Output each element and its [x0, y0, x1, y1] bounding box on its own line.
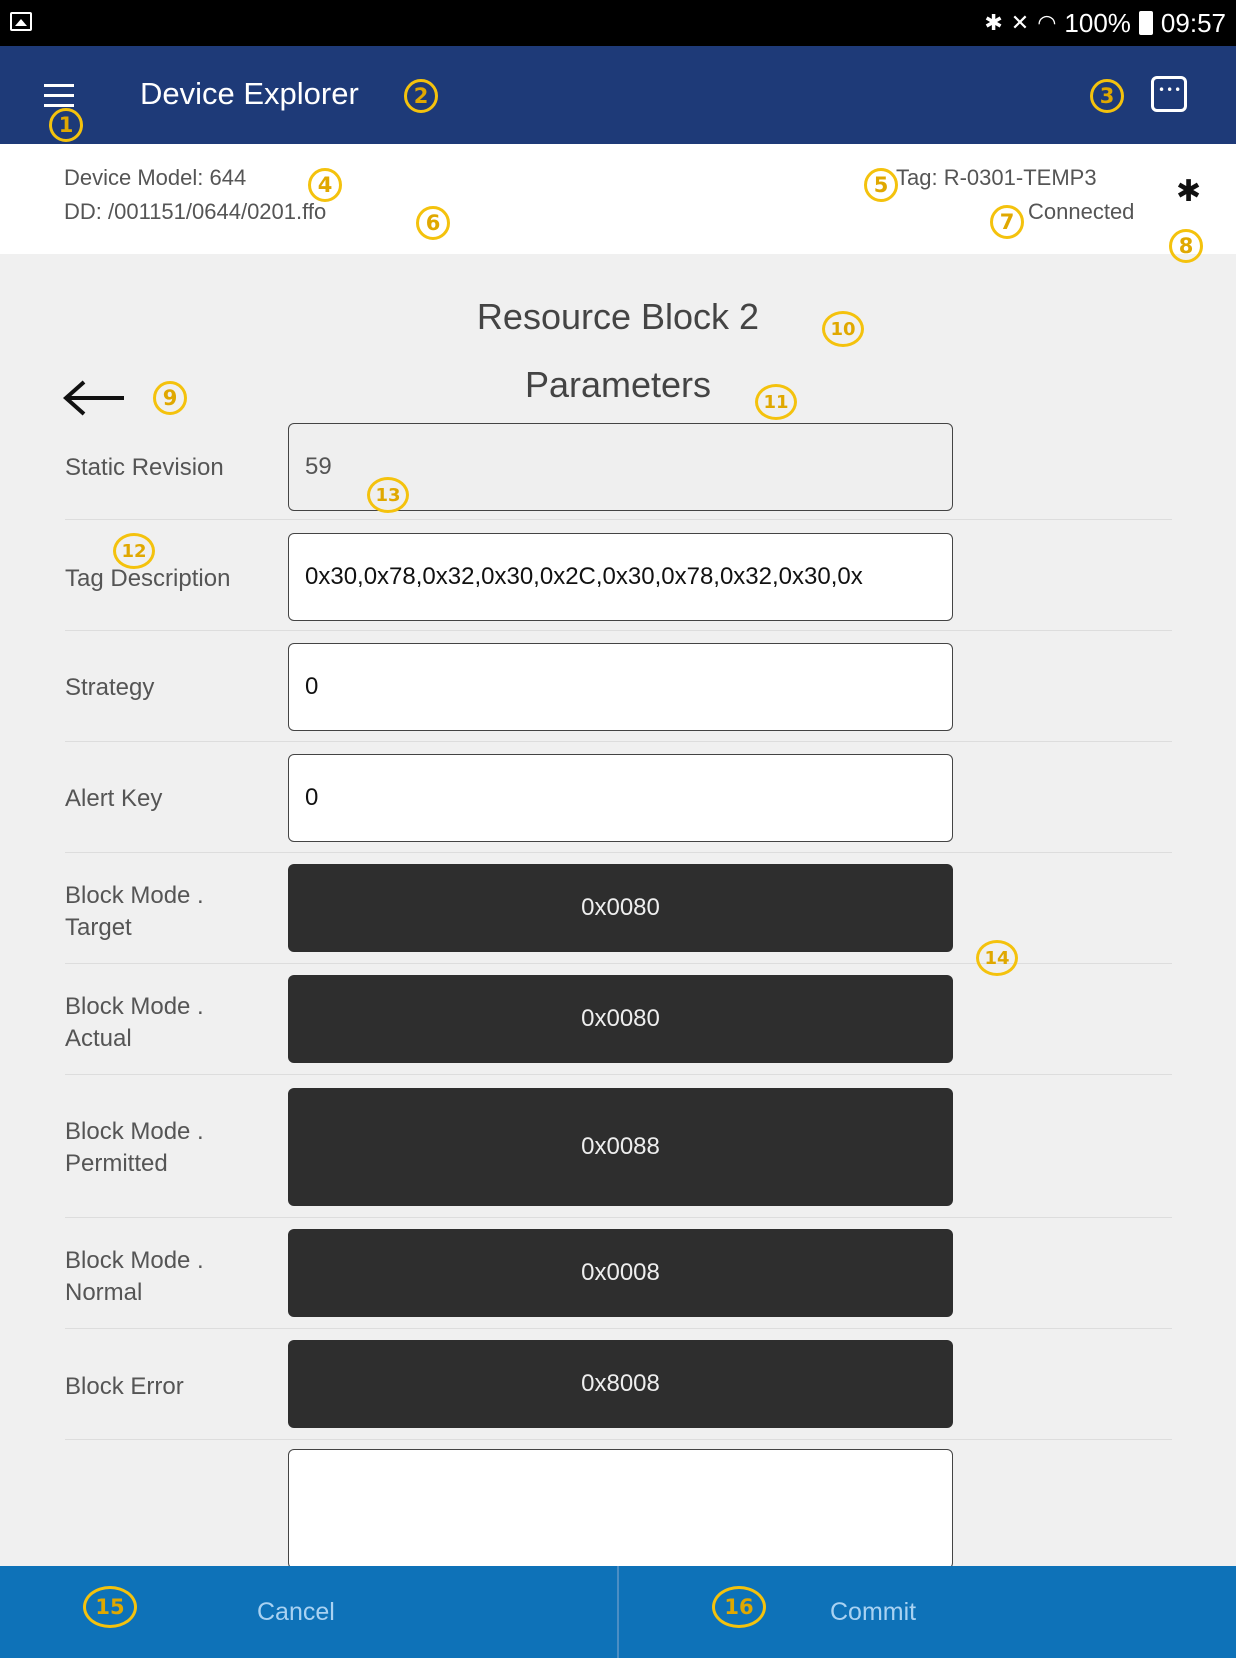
callout-badge: 15 — [83, 1586, 137, 1628]
commit-button[interactable]: Commit — [619, 1566, 1236, 1658]
block-title: Resource Block 2 — [476, 296, 760, 337]
callout-badge: 16 — [712, 1586, 766, 1628]
chat-icon[interactable] — [1151, 76, 1187, 112]
param-row-block-mode-normal: Block Mode . Normal 0x0008 — [65, 1219, 1172, 1329]
callout-badge: 6 — [416, 206, 450, 240]
block-mode-actual-button[interactable]: 0x0080 — [288, 975, 953, 1063]
param-label: Block Mode . Normal — [65, 1247, 204, 1306]
status-icons: ✱ ✕ ◠ 100% 09:57 — [984, 6, 1226, 40]
callout-badge: 7 — [990, 205, 1024, 239]
callout-badge: 10 — [822, 311, 864, 347]
callout-badge: 9 — [153, 381, 187, 415]
block-mode-normal-button[interactable]: 0x0008 — [288, 1229, 953, 1317]
next-param-input[interactable] — [288, 1449, 953, 1569]
callout-badge: 8 — [1169, 229, 1203, 263]
strategy-input[interactable]: 0 — [288, 643, 953, 731]
dd-value: /001151/0644/0201.ffo — [108, 199, 327, 224]
callout-badge: 11 — [755, 384, 797, 420]
callout-badge: 12 — [113, 533, 155, 569]
block-mode-target-button[interactable]: 0x0080 — [288, 864, 953, 952]
param-label: Block Mode . Actual — [65, 993, 204, 1052]
connection-status: Connected — [1028, 199, 1135, 224]
bluetooth-icon[interactable]: ✱ — [1176, 174, 1201, 209]
device-dd: DD: /001151/0644/0201.ffo — [64, 199, 326, 225]
status-bar: ✱ ✕ ◠ 100% 09:57 — [0, 0, 1236, 46]
param-label: Tag Description — [65, 565, 231, 592]
param-row-block-mode-actual: Block Mode . Actual 0x0080 — [65, 965, 1172, 1075]
callout-badge: 14 — [976, 940, 1018, 976]
param-label: Static Revision — [65, 454, 224, 481]
callout-badge: 2 — [404, 79, 438, 113]
device-model-label: Device Model: — [64, 165, 204, 190]
device-model: Device Model: 644 — [64, 165, 246, 191]
block-error-button[interactable]: 0x8008 — [288, 1340, 953, 1428]
param-label: Alert Key — [65, 785, 163, 812]
alert-key-input[interactable]: 0 — [288, 754, 953, 842]
callout-badge: 1 — [49, 108, 83, 142]
param-row-alert-key: Alert Key 0 — [65, 743, 1172, 853]
gallery-icon — [10, 12, 32, 31]
device-tag: Tag: R-0301-TEMP3 — [896, 165, 1097, 191]
param-row-tag-description: Tag Description 0x30,0x78,0x32,0x30,0x2C… — [65, 521, 1172, 631]
app-bar: Device Explorer — [0, 46, 1236, 144]
device-info-panel: Device Model: 644 DD: /001151/0644/0201.… — [0, 144, 1236, 254]
callout-badge: 13 — [367, 477, 409, 513]
battery-icon — [1138, 11, 1153, 35]
callout-badge: 4 — [308, 168, 342, 202]
app-title: Device Explorer — [140, 76, 359, 111]
dd-label: DD: — [64, 199, 102, 224]
param-row-static-revision: Static Revision 59 — [65, 420, 1172, 520]
tag-label: Tag: — [896, 165, 938, 190]
callout-badge: 5 — [864, 168, 898, 202]
block-mode-permitted-button[interactable]: 0x0088 — [288, 1088, 953, 1206]
bluetooth-icon: ✱ — [984, 10, 1003, 35]
bottom-action-bar: Cancel Commit — [0, 1566, 1236, 1658]
callout-badge: 3 — [1090, 79, 1124, 113]
device-model-value: 644 — [209, 165, 247, 190]
battery-percent: 100% — [1064, 7, 1131, 38]
mute-icon: ✕ — [1010, 10, 1030, 35]
param-row-strategy: Strategy 0 — [65, 632, 1172, 742]
tag-value: R-0301-TEMP3 — [943, 165, 1097, 190]
clock: 09:57 — [1160, 7, 1226, 38]
wifi-icon: ◠ — [1037, 10, 1057, 35]
param-row-block-mode-permitted: Block Mode . Permitted 0x0088 — [65, 1076, 1172, 1218]
param-row-next — [65, 1441, 1172, 1569]
param-row-block-error: Block Error 0x8008 — [65, 1330, 1172, 1440]
param-label: Block Mode . Target — [65, 882, 204, 941]
param-label: Strategy — [65, 674, 155, 701]
tag-description-input[interactable]: 0x30,0x78,0x32,0x30,0x2C,0x30,0x78,0x32,… — [288, 533, 953, 621]
param-label: Block Error — [65, 1373, 184, 1400]
param-label: Block Mode . Permitted — [65, 1118, 204, 1177]
menu-icon[interactable] — [44, 84, 74, 110]
